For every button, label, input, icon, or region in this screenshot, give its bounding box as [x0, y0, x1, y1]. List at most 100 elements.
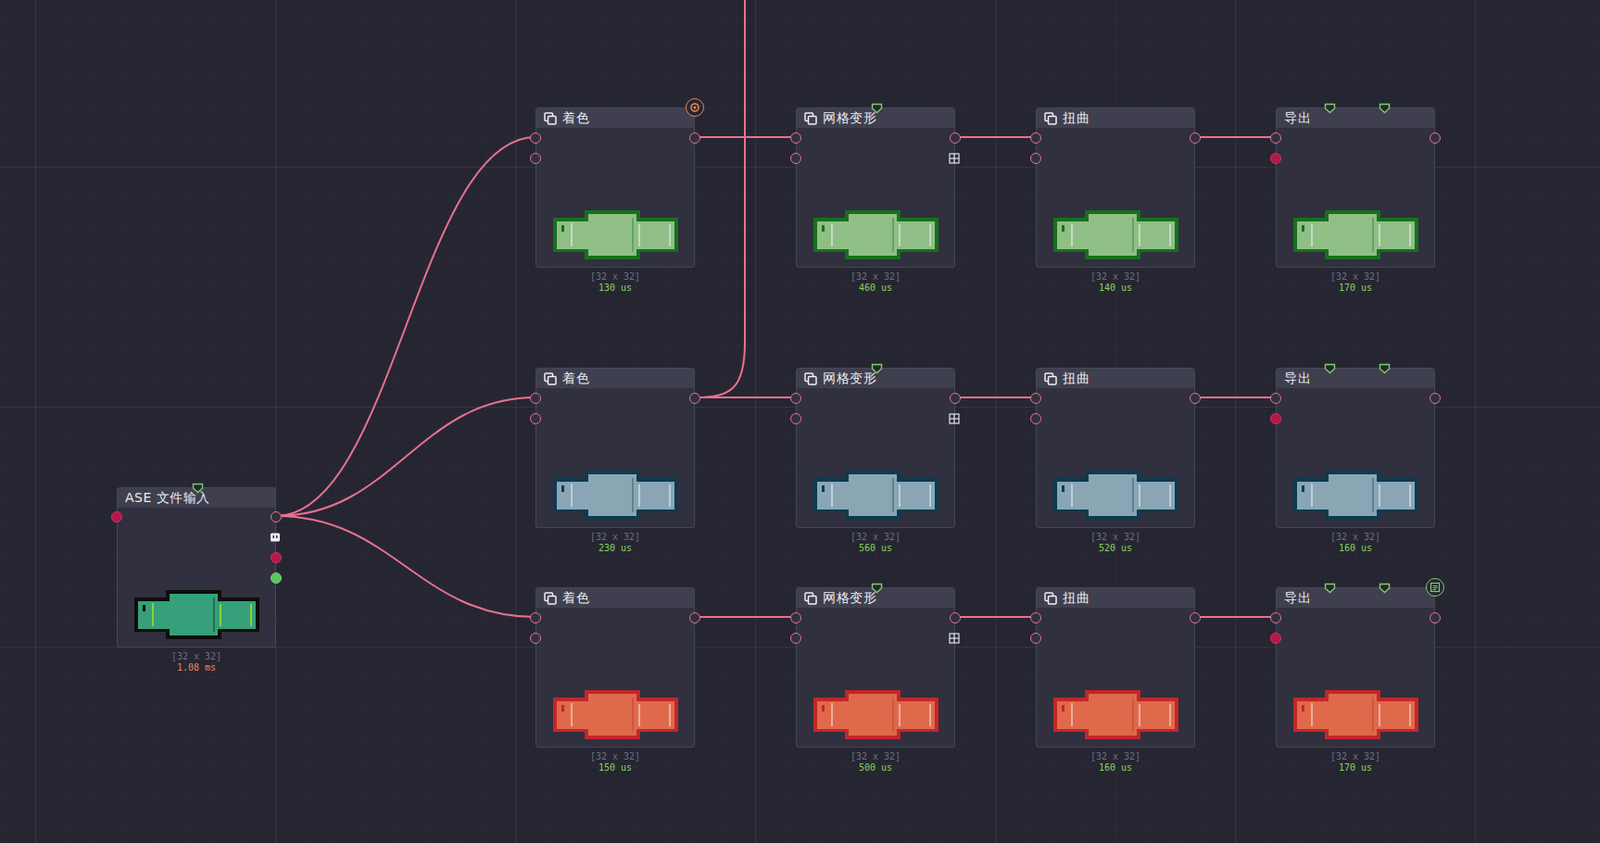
junction-icon[interactable] — [1323, 102, 1336, 114]
connection-wire[interactable] — [1195, 136, 1276, 139]
output-port[interactable] — [270, 552, 282, 564]
junction-icon[interactable] — [1323, 582, 1336, 594]
output-port[interactable] — [689, 392, 701, 404]
node-box[interactable]: 着色 — [535, 107, 695, 268]
junction-icon[interactable] — [1323, 363, 1336, 375]
junction-icon[interactable] — [191, 482, 204, 494]
input-port[interactable] — [1030, 612, 1042, 624]
node-box[interactable]: 扭曲 — [1035, 107, 1196, 268]
node-header[interactable]: 导出 — [1276, 108, 1435, 128]
input-port[interactable] — [790, 132, 802, 144]
input-port[interactable] — [790, 612, 802, 624]
output-port[interactable] — [949, 392, 961, 404]
input-port[interactable] — [1270, 612, 1282, 624]
ase-input-node[interactable]: ASE 文件输入[32 x 32]1.08 ms — [116, 487, 277, 674]
grid-icon[interactable] — [948, 632, 960, 644]
node-header[interactable]: 着色 — [536, 108, 694, 128]
output-badge[interactable] — [1425, 578, 1445, 597]
mesh-node[interactable]: 网格变形[32 x 32]460 us — [795, 107, 956, 294]
output-port[interactable] — [1429, 392, 1441, 404]
connection-wire[interactable] — [955, 616, 1036, 618]
connection-wire[interactable] — [1195, 616, 1276, 618]
twist-node[interactable]: 扭曲[32 x 32]160 us — [1035, 587, 1196, 774]
input-port[interactable] — [1030, 632, 1042, 644]
twist-node[interactable]: 扭曲[32 x 32]140 us — [1035, 107, 1196, 294]
input-port[interactable] — [111, 511, 123, 523]
node-box[interactable]: 网格变形 — [795, 367, 956, 529]
input-port[interactable] — [790, 152, 802, 164]
layer-port-icon[interactable] — [269, 531, 281, 543]
output-port[interactable] — [1429, 612, 1441, 624]
junction-icon[interactable] — [1378, 582, 1391, 594]
node-box[interactable]: 导出 — [1275, 587, 1436, 748]
junction-icon[interactable] — [1378, 102, 1391, 114]
input-port[interactable] — [529, 132, 542, 144]
node-header[interactable]: 着色 — [536, 588, 694, 608]
connection-wire[interactable] — [955, 136, 1036, 139]
output-port[interactable] — [949, 612, 961, 624]
color-node[interactable]: 着色[32 x 32]230 us — [535, 367, 695, 555]
node-box[interactable]: 导出 — [1275, 367, 1436, 529]
connection-wire[interactable] — [694, 616, 796, 618]
node-graph-canvas[interactable]: ASE 文件输入[32 x 32]1.08 ms 着色[32 x 32]130 u… — [0, 0, 1600, 843]
input-port[interactable] — [1270, 413, 1282, 425]
grid-icon[interactable] — [948, 152, 960, 164]
color-node[interactable]: 着色[32 x 32]130 us — [535, 107, 695, 294]
export-node[interactable]: 导出[32 x 32]170 us — [1275, 107, 1436, 294]
output-port[interactable] — [1429, 132, 1441, 144]
input-port[interactable] — [1030, 413, 1042, 425]
node-box[interactable]: ASE 文件输入 — [116, 487, 277, 648]
connection-wire[interactable] — [694, 396, 796, 399]
connection-wire[interactable] — [276, 137, 536, 517]
color-node[interactable]: 着色[32 x 32]150 us — [535, 587, 695, 774]
preview-badge[interactable] — [685, 98, 705, 117]
output-port[interactable] — [689, 612, 701, 624]
junction-icon[interactable] — [1378, 363, 1391, 375]
input-port[interactable] — [1270, 132, 1282, 144]
node-header[interactable]: 扭曲 — [1036, 108, 1195, 128]
input-port[interactable] — [1030, 152, 1042, 164]
input-port[interactable] — [529, 152, 542, 164]
input-port[interactable] — [1030, 132, 1042, 144]
grid-icon[interactable] — [948, 413, 960, 425]
node-header[interactable]: 扭曲 — [1036, 368, 1195, 389]
node-box[interactable]: 网格变形 — [795, 107, 956, 268]
output-port[interactable] — [1189, 612, 1201, 624]
output-port[interactable] — [270, 511, 282, 523]
output-port[interactable] — [689, 132, 701, 144]
export-node[interactable]: 导出[32 x 32]170 us — [1275, 587, 1436, 774]
node-header[interactable]: 导出 — [1276, 588, 1435, 608]
input-port[interactable] — [529, 632, 542, 644]
input-port[interactable] — [1270, 392, 1282, 404]
node-box[interactable]: 扭曲 — [1035, 587, 1196, 748]
output-port[interactable] — [270, 572, 282, 584]
node-box[interactable]: 着色 — [535, 587, 695, 748]
twist-node[interactable]: 扭曲[32 x 32]520 us — [1035, 367, 1196, 555]
output-port[interactable] — [949, 132, 961, 144]
input-port[interactable] — [1030, 392, 1042, 404]
node-header[interactable]: 扭曲 — [1036, 588, 1195, 608]
output-port[interactable] — [1189, 132, 1201, 144]
connection-wire[interactable] — [694, 0, 745, 398]
node-header[interactable]: 着色 — [536, 368, 694, 389]
connection-wire[interactable] — [1195, 396, 1276, 399]
mesh-node[interactable]: 网格变形[32 x 32]560 us — [795, 367, 956, 555]
input-port[interactable] — [790, 413, 802, 425]
input-port[interactable] — [790, 392, 802, 404]
connection-wire[interactable] — [276, 516, 536, 618]
output-port[interactable] — [1189, 392, 1201, 404]
input-port[interactable] — [529, 392, 542, 404]
export-node[interactable]: 导出[32 x 32]160 us — [1275, 367, 1436, 555]
node-box[interactable]: 扭曲 — [1035, 367, 1196, 529]
connection-wire[interactable] — [276, 397, 536, 517]
node-box[interactable]: 导出 — [1275, 107, 1436, 268]
junction-icon[interactable] — [870, 582, 883, 594]
input-port[interactable] — [790, 632, 802, 644]
input-port[interactable] — [1270, 152, 1282, 164]
input-port[interactable] — [1270, 632, 1282, 644]
mesh-node[interactable]: 网格变形[32 x 32]500 us — [795, 587, 956, 774]
connection-wire[interactable] — [955, 396, 1036, 399]
node-box[interactable]: 着色 — [535, 367, 695, 529]
node-box[interactable]: 网格变形 — [795, 587, 956, 748]
junction-icon[interactable] — [870, 363, 883, 375]
